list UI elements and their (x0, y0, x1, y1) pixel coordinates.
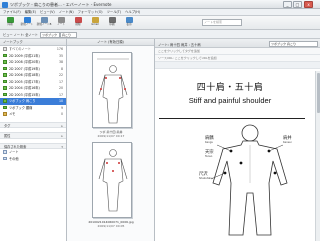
search-icon (3, 156, 7, 161)
note-button[interactable]: ノート (53, 17, 69, 29)
sidebar-item-label: ツボブック 腰痛 (9, 105, 33, 110)
folder-icon (3, 99, 7, 103)
sidebar-item-label: メモ (9, 112, 16, 116)
body-chart-thumbnail (93, 143, 131, 217)
filter-bar: ビュー ノート: 全ノート ツボブック 肩こり (0, 30, 320, 39)
section-label: 保存された検索 (4, 144, 27, 149)
menu-help[interactable]: ヘルプ(H) (125, 9, 140, 16)
section-label: 属性 (4, 134, 11, 138)
view-label: 表示 (126, 23, 132, 26)
minimize-button[interactable]: _ (283, 1, 292, 8)
sidebar-header: ノートブック (0, 39, 66, 46)
sidebar-item-label: 2D 2003 (平成15年) (9, 92, 40, 97)
search-icon (3, 150, 7, 154)
title-bar: ツボブック - 肩こりの患者... - エバーノート - Evernote _ … (0, 0, 320, 9)
toolbar: 同期 新規ノート 新規ノートB ノート 削除 Gmail 印刷 表示 ノートを検… (0, 16, 320, 30)
close-button[interactable]: x (304, 1, 313, 8)
folder-icon (3, 47, 7, 51)
note-title-field[interactable]: ノート: 肩十四 肩井 : 五十肩 (158, 42, 201, 47)
sidebar-item-label: 2D 2007 (平成19年) (9, 66, 40, 71)
format-toolbar (155, 62, 320, 69)
note-list-header: ノート (有効日順) (67, 39, 154, 46)
note-card-thumbnail[interactable] (92, 52, 132, 128)
folder-icon (3, 53, 7, 58)
search-input[interactable]: ノートを検索 (202, 18, 242, 26)
sidebar-item-label: 2D 2005 (平成17年) (9, 79, 40, 84)
chevron-right-icon: ▸ (61, 134, 63, 138)
body-chart-thumbnail (93, 53, 131, 127)
notebook-selector[interactable]: ツボブック 肩こり (269, 40, 318, 47)
folder-icon (3, 79, 7, 84)
menu-tools[interactable]: ツール(T) (107, 9, 121, 16)
view-button[interactable]: 表示 (121, 17, 137, 29)
menu-note[interactable]: ノート(N) (59, 9, 74, 16)
menu-file[interactable]: ファイル(F) (3, 9, 21, 16)
note-label: ノート (57, 23, 65, 26)
view-label: ビュー ノート: 全ノート (3, 33, 38, 37)
window-title: ツボブック - 肩こりの患者... - エバーノート - Evernote (10, 2, 112, 7)
delete-button[interactable]: 削除 (70, 17, 86, 29)
folder-icon (3, 112, 7, 116)
editor-title-bar: ノート: 肩十四 肩井 : 五十肩 ツボブック 肩こり (155, 39, 320, 48)
folder-icon (3, 105, 7, 110)
gmail-button[interactable]: Gmail (87, 17, 103, 29)
editor-scrollbar[interactable] (315, 71, 320, 241)
note-heading-jp: 四十肩・五十肩 (196, 83, 264, 93)
acupoint-label-en: Shakutaku (199, 177, 213, 180)
source-url-field[interactable]: ソースURL: ここをクリックしてURLを追加 (155, 55, 320, 62)
note-card-thumbnail[interactable] (92, 142, 132, 218)
heading-divider (159, 118, 305, 119)
folder-icon (3, 66, 7, 71)
sync-button[interactable]: 同期 (2, 17, 18, 29)
section-label: タグ (4, 123, 11, 128)
sidebar-item-label: ツボブック 肩こり (9, 99, 36, 103)
menu-view[interactable]: ビュー(V) (40, 9, 55, 16)
saved-search-item[interactable]: その他 (0, 156, 66, 163)
menu-edit[interactable]: 編集(E) (25, 9, 36, 16)
tag-field[interactable]: ここをクリックしてタグを追加 (155, 48, 320, 55)
menu-bar: ファイル(F) 編集(E) ビュー(V) ノート(N) フォーマット(O) ツー… (0, 9, 320, 16)
sidebar-item-memo[interactable]: メモ 0 (0, 111, 66, 118)
sidebar-item-label: すべてのノート (9, 47, 31, 51)
print-button[interactable]: 印刷 (104, 17, 120, 29)
sidebar-item-count: 0 (60, 112, 63, 116)
notebook-sidebar: ノートブック すべてのノート 176 2D 2009 (平成21年) 35 2D 2… (0, 39, 67, 241)
gmail-label: Gmail (91, 23, 99, 26)
note-card-date: 2009/11/07 00:17 (97, 134, 125, 138)
saved-search-label: その他 (9, 156, 19, 161)
sidebar-item-label: 2D 2008 (平成20年) (9, 60, 40, 64)
sidebar-section-attributes[interactable]: 属性 ▸ (0, 132, 66, 139)
folder-icon (3, 73, 7, 77)
new-note-b-button[interactable]: 新規ノートB (36, 17, 52, 29)
note-list: ノート (有効日順) ツボ 肩十四 肩井 2009/11/07 00:17 20… (67, 39, 155, 241)
new-note-button[interactable]: 新規ノート (19, 17, 35, 29)
search-placeholder: ノートを検索 (204, 19, 223, 24)
sidebar-item-label: 2D 2006 (平成18年) (9, 73, 40, 77)
note-editor: ノート: 肩十四 肩井 : 五十肩 ツボブック 肩こり ここをクリックしてタグを… (155, 39, 320, 241)
maximize-button[interactable]: □ (293, 1, 302, 8)
notebook-combo[interactable]: ツボブック (40, 31, 60, 38)
acupoint-label-en: Kensei (283, 141, 292, 144)
acupoint-label-en: Kengu (205, 141, 214, 144)
folder-icon (3, 92, 7, 97)
folder-icon (3, 60, 7, 64)
print-label: 印刷 (109, 23, 115, 26)
folder-icon (3, 86, 7, 90)
sidebar-section-tags[interactable]: タグ ▸ (0, 121, 66, 128)
saved-search-label: ノート (9, 150, 19, 154)
note-heading-en: Stiff and painful shoulder (188, 96, 272, 105)
new-note-label: 新規ノート (20, 23, 34, 26)
menu-format[interactable]: フォーマット(O) (78, 9, 103, 16)
note-card-date: 2009/11/07 00:05 (97, 224, 125, 228)
chevron-right-icon: ▸ (61, 123, 63, 128)
sidebar-item-label: 2D 2009 (平成21年) (9, 53, 40, 58)
sidebar-item-label: 2D 2004 (平成16年) (9, 86, 40, 90)
acupoint-label-en: Tenso (205, 155, 213, 158)
sync-label: 同期 (7, 23, 13, 26)
new-note-b-label: 新規ノートB (36, 23, 52, 26)
note-body[interactable]: 四十肩・五十肩 Stiff and painful shoulder 肩髃 Ke… (155, 71, 320, 241)
evernote-app-icon (2, 1, 8, 8)
tag-combo[interactable]: 肩こり (60, 31, 77, 38)
delete-label: 削除 (75, 23, 81, 26)
